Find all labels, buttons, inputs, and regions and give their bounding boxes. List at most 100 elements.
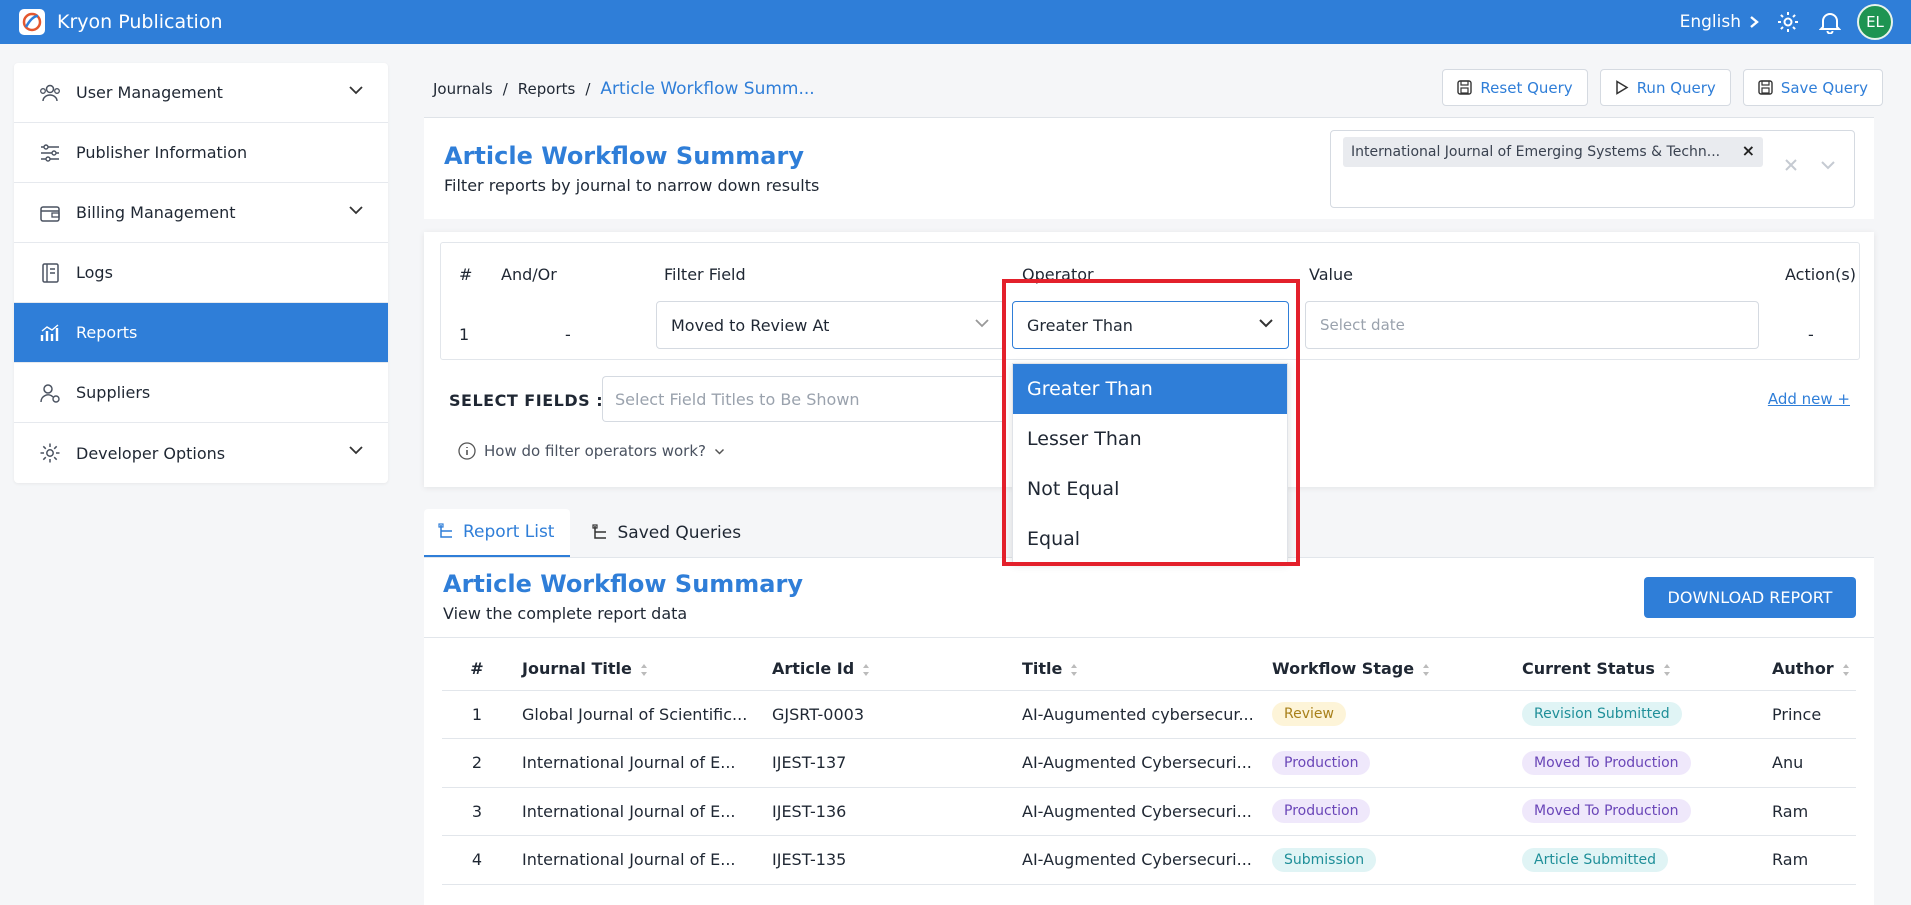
notifications-button[interactable] bbox=[1815, 7, 1845, 37]
operator-select[interactable]: Greater Than bbox=[1012, 301, 1289, 349]
sliders-icon bbox=[38, 141, 62, 165]
report-header-card: Article Workflow Summary Filter reports … bbox=[424, 117, 1874, 219]
reset-query-button[interactable]: Reset Query bbox=[1442, 69, 1588, 106]
breadcrumb-reports[interactable]: Reports bbox=[518, 80, 576, 98]
filter-field-select[interactable]: Moved to Review At bbox=[656, 301, 1005, 349]
cell-title: AI-Augmented Cybersecuri... bbox=[1012, 787, 1262, 836]
language-selector[interactable]: English bbox=[1680, 12, 1759, 32]
clear-icon[interactable] bbox=[1784, 158, 1798, 172]
bell-icon bbox=[1819, 13, 1841, 34]
filter-header-value: Value bbox=[1309, 265, 1353, 284]
breadcrumb-journals[interactable]: Journals bbox=[433, 80, 493, 98]
save-query-label: Save Query bbox=[1780, 78, 1868, 97]
operator-option-greater-than[interactable]: Greater Than bbox=[1013, 364, 1287, 414]
users-icon bbox=[38, 81, 62, 105]
table-header-row: # Journal Title Article Id Title Workflo… bbox=[442, 648, 1856, 691]
cell-stage: Production bbox=[1262, 738, 1512, 788]
chevron-down-icon[interactable] bbox=[1820, 160, 1836, 170]
chevron-down-icon bbox=[349, 446, 363, 455]
sidebar-item-publisher-information[interactable]: Publisher Information bbox=[14, 123, 388, 183]
breadcrumb-current: Article Workflow Summ... bbox=[600, 79, 815, 99]
cell-journal: International Journal of E... bbox=[512, 738, 762, 788]
chip-remove-icon[interactable]: × bbox=[1742, 141, 1755, 160]
table-row[interactable]: 4 International Journal of E... IJEST-13… bbox=[442, 835, 1856, 885]
cell-article-id: IJEST-136 bbox=[762, 787, 1012, 836]
cell-author: Anu bbox=[1762, 738, 1856, 788]
report-title: Article Workflow Summary bbox=[443, 570, 803, 598]
info-icon bbox=[458, 442, 476, 460]
wallet-icon bbox=[38, 201, 62, 225]
table-row[interactable]: 3 International Journal of E... IJEST-13… bbox=[442, 787, 1856, 836]
app-title: Kryon Publication bbox=[57, 11, 223, 33]
cell-journal: International Journal of E... bbox=[512, 835, 762, 885]
sidebar-item-billing-management[interactable]: Billing Management bbox=[14, 183, 388, 243]
sort-icon bbox=[1842, 663, 1849, 676]
sidebar-item-user-management[interactable]: User Management bbox=[14, 63, 388, 123]
filter-header-num: # bbox=[459, 265, 473, 284]
operator-option-lesser-than[interactable]: Lesser Than bbox=[1013, 414, 1287, 464]
sort-icon bbox=[640, 663, 647, 676]
operator-value: Greater Than bbox=[1027, 315, 1133, 335]
save-query-button[interactable]: Save Query bbox=[1742, 69, 1883, 106]
column-header-article-id[interactable]: Article Id bbox=[762, 648, 1012, 691]
report-tabs: Report List Saved Queries bbox=[424, 509, 757, 557]
user-avatar[interactable]: EL bbox=[1857, 4, 1893, 40]
column-header-workflow-stage[interactable]: Workflow Stage bbox=[1262, 648, 1512, 691]
sidebar-item-label: Developer Options bbox=[76, 443, 226, 463]
sort-icon bbox=[1663, 663, 1670, 676]
filter-header-actions: Action(s) bbox=[1785, 265, 1856, 284]
table-row[interactable]: 2 International Journal of E... IJEST-13… bbox=[442, 738, 1856, 788]
tab-saved-queries-label: Saved Queries bbox=[617, 523, 742, 543]
tab-report-list[interactable]: Report List bbox=[424, 509, 571, 557]
filter-header-and-or: And/Or bbox=[501, 265, 557, 284]
select-fields-input[interactable]: Select Field Titles to Be Shown bbox=[602, 376, 1002, 422]
cell-status: Moved To Production bbox=[1512, 787, 1762, 836]
filter-header-field: Filter Field bbox=[664, 265, 746, 284]
sort-icon bbox=[1071, 663, 1078, 676]
breadcrumb: Journals / Reports / Article Workflow Su… bbox=[433, 79, 815, 99]
play-icon bbox=[1615, 80, 1629, 95]
report-list-card: Article Workflow Summary View the comple… bbox=[424, 557, 1874, 905]
column-header-num: # bbox=[442, 648, 512, 691]
journal-chip: International Journal of Emerging System… bbox=[1343, 137, 1763, 167]
table-row[interactable]: 1 Global Journal of Scientific... GJSRT-… bbox=[442, 690, 1856, 739]
sidebar-item-reports[interactable]: Reports bbox=[14, 303, 388, 363]
operator-option-not-equal[interactable]: Not Equal bbox=[1013, 464, 1287, 514]
cell-article-id: IJEST-137 bbox=[762, 738, 1012, 788]
cell-journal: International Journal of E... bbox=[512, 787, 762, 836]
cell-stage: Submission bbox=[1262, 835, 1512, 885]
cell-status: Revision Submitted bbox=[1512, 690, 1762, 739]
cell-article-id: IJEST-135 bbox=[762, 835, 1012, 885]
language-label: English bbox=[1679, 12, 1741, 32]
column-header-author[interactable]: Author bbox=[1762, 648, 1856, 691]
chevron-down-icon bbox=[1259, 319, 1273, 328]
select-fields-placeholder: Select Field Titles to Be Shown bbox=[615, 389, 860, 409]
chevron-down-icon bbox=[349, 206, 363, 215]
sidebar-item-developer-options[interactable]: Developer Options bbox=[14, 423, 388, 483]
select-fields-label: SELECT FIELDS : bbox=[449, 391, 604, 410]
run-query-button[interactable]: Run Query bbox=[1599, 69, 1731, 106]
column-header-title[interactable]: Title bbox=[1012, 648, 1262, 691]
filter-help-toggle[interactable]: How do filter operators work? bbox=[458, 442, 725, 460]
tab-saved-queries[interactable]: Saved Queries bbox=[578, 509, 757, 557]
stage-badge: Production bbox=[1272, 799, 1371, 824]
column-header-journal-title[interactable]: Journal Title bbox=[512, 648, 762, 691]
add-new-filter-link[interactable]: Add new + bbox=[1768, 390, 1850, 408]
journal-multiselect[interactable]: International Journal of Emerging System… bbox=[1330, 130, 1855, 208]
value-date-input[interactable]: Select date bbox=[1305, 301, 1759, 349]
report-subtitle: View the complete report data bbox=[443, 604, 688, 623]
journal-chip-label: International Journal of Emerging System… bbox=[1351, 144, 1721, 160]
sidebar-item-logs[interactable]: Logs bbox=[14, 243, 388, 303]
status-badge: Revision Submitted bbox=[1522, 702, 1682, 727]
hierarchy-icon bbox=[592, 524, 607, 539]
sidebar-item-suppliers[interactable]: Suppliers bbox=[14, 363, 388, 423]
filter-field-value: Moved to Review At bbox=[671, 315, 830, 335]
settings-button[interactable] bbox=[1773, 7, 1803, 37]
download-report-button[interactable]: DOWNLOAD REPORT bbox=[1644, 577, 1856, 618]
operator-option-equal[interactable]: Equal bbox=[1013, 514, 1287, 562]
cell-author: Ram bbox=[1762, 787, 1856, 836]
tab-report-list-label: Report List bbox=[463, 522, 555, 542]
cell-status: Moved To Production bbox=[1512, 738, 1762, 788]
sidebar-item-label: Reports bbox=[76, 323, 138, 342]
column-header-current-status[interactable]: Current Status bbox=[1512, 648, 1762, 691]
